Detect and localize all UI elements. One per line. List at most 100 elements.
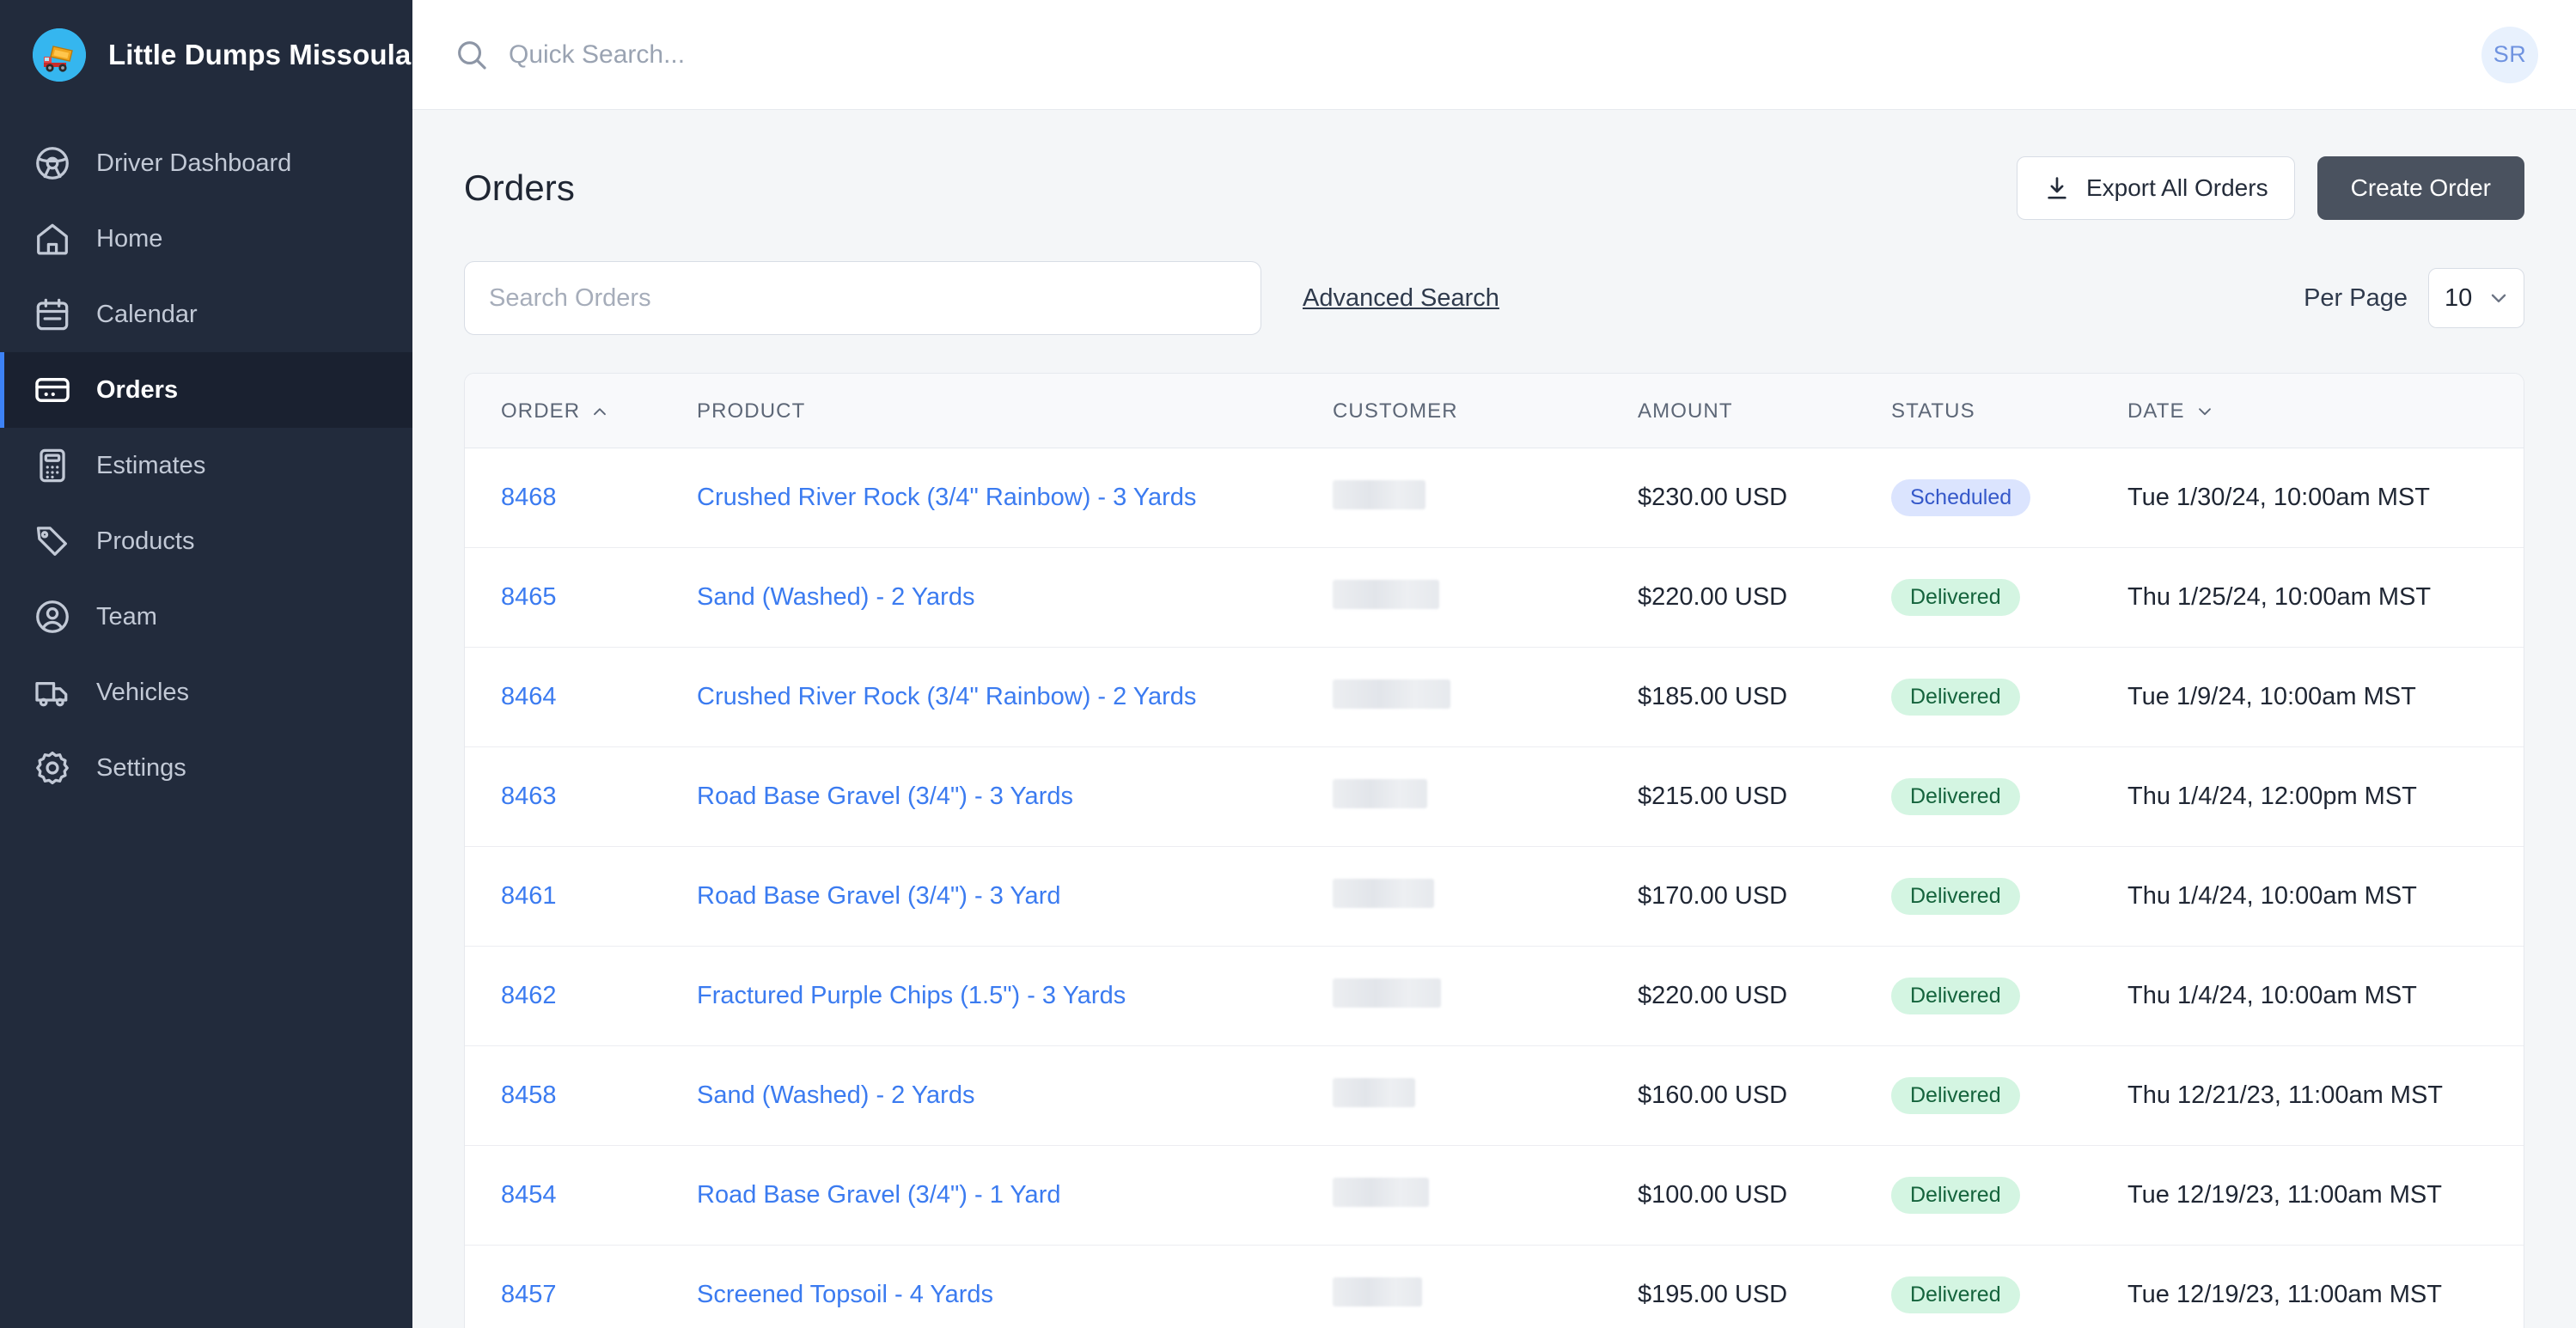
product-link[interactable]: Road Base Gravel (3/4") - 3 Yards (697, 783, 1073, 810)
table-row[interactable]: 8461 Road Base Gravel (3/4") - 3 Yard $170… (465, 846, 2524, 947)
column-header-product[interactable]: PRODUCT (697, 374, 1333, 448)
cell-date: Tue 12/19/23, 11:00am MST (2127, 1145, 2524, 1246)
sidebar-item-driver-dashboard[interactable]: Driver Dashboard (0, 125, 412, 201)
product-link[interactable]: Screened Topsoil - 4 Yards (697, 1281, 993, 1308)
order-number-link[interactable]: 8464 (501, 683, 557, 710)
cell-product: Fractured Purple Chips (1.5") - 3 Yards (697, 946, 1333, 1046)
table-row[interactable]: 8468 Crushed River Rock (3/4" Rainbow) - … (465, 448, 2524, 548)
cell-customer (1333, 547, 1638, 648)
column-header-customer[interactable]: CUSTOMER (1333, 374, 1638, 448)
status-badge: Delivered (1891, 1177, 2020, 1214)
customer-name-redacted (1333, 1177, 1429, 1207)
cell-customer (1333, 647, 1638, 747)
sidebar-item-team[interactable]: Team (0, 579, 412, 655)
cell-amount: $215.00 USD (1638, 746, 1891, 847)
product-link[interactable]: Sand (Washed) - 2 Yards (697, 1081, 974, 1109)
order-number-link[interactable]: 8457 (501, 1281, 557, 1308)
table-row[interactable]: 8458 Sand (Washed) - 2 Yards $160.00 USD De… (465, 1045, 2524, 1146)
table-row[interactable]: 8454 Road Base Gravel (3/4") - 1 Yard $100… (465, 1145, 2524, 1246)
column-label: AMOUNT (1638, 399, 1733, 423)
cell-order: 8468 (465, 448, 697, 548)
order-number-link[interactable]: 8454 (501, 1181, 557, 1209)
table-row[interactable]: 8463 Road Base Gravel (3/4") - 3 Yards $21… (465, 746, 2524, 847)
search-orders-input[interactable] (464, 261, 1261, 335)
cell-product: Sand (Washed) - 2 Yards (697, 1045, 1333, 1146)
chevron-up-icon (590, 402, 609, 421)
sidebar-item-label: Team (96, 602, 157, 630)
topbar: SR (412, 0, 2576, 110)
order-number-link[interactable]: 8461 (501, 882, 557, 910)
column-header-order[interactable]: ORDER (465, 374, 697, 448)
per-page-select[interactable]: 10 (2428, 268, 2524, 328)
export-all-orders-button[interactable]: Export All Orders (2016, 156, 2295, 220)
cell-order: 8463 (465, 746, 697, 847)
product-link[interactable]: Road Base Gravel (3/4") - 1 Yard (697, 1181, 1060, 1209)
status-badge: Delivered (1891, 978, 2020, 1014)
order-number-link[interactable]: 8463 (501, 783, 557, 810)
sidebar-item-settings[interactable]: Settings (0, 730, 412, 806)
user-circle-icon (33, 597, 72, 637)
table-row[interactable]: 8462 Fractured Purple Chips (1.5") - 3 Ya… (465, 946, 2524, 1046)
column-label: CUSTOMER (1333, 399, 1458, 423)
sidebar-item-products[interactable]: Products (0, 503, 412, 579)
tag-icon (33, 521, 72, 561)
table-row[interactable]: 8457 Screened Topsoil - 4 Yards $195.00 US… (465, 1245, 2524, 1328)
customer-name-redacted (1333, 679, 1450, 709)
cell-order: 8464 (465, 647, 697, 747)
order-number-link[interactable]: 8462 (501, 982, 557, 1009)
cell-status: Delivered (1891, 846, 2127, 947)
sidebar-item-label: Vehicles (96, 678, 190, 706)
orders-table: ORDER PRODUCT CUSTOMER AMOUNT STATUS DAT… (465, 374, 2524, 1328)
customer-name-redacted (1333, 579, 1439, 609)
table-row[interactable]: 8464 Crushed River Rock (3/4" Rainbow) - … (465, 647, 2524, 747)
product-link[interactable]: Sand (Washed) - 2 Yards (697, 583, 974, 611)
cell-date: Thu 1/4/24, 12:00pm MST (2127, 746, 2524, 847)
cell-product: Road Base Gravel (3/4") - 1 Yard (697, 1145, 1333, 1246)
product-link[interactable]: Crushed River Rock (3/4" Rainbow) - 3 Ya… (697, 484, 1196, 511)
cell-customer (1333, 1045, 1638, 1146)
cell-date: Thu 12/21/23, 11:00am MST (2127, 1045, 2524, 1146)
sidebar-item-label: Estimates (96, 451, 206, 479)
sidebar-item-calendar[interactable]: Calendar (0, 277, 412, 352)
avatar[interactable]: SR (2481, 26, 2538, 83)
calendar-icon (33, 295, 72, 334)
order-number-link[interactable]: 8458 (501, 1081, 557, 1109)
customer-name-redacted (1333, 778, 1427, 808)
sidebar-item-estimates[interactable]: Estimates (0, 428, 412, 503)
brand[interactable]: Little Dumps Missoula (0, 0, 412, 110)
create-order-button[interactable]: Create Order (2317, 156, 2524, 220)
order-number-link[interactable]: 8468 (501, 484, 557, 511)
cell-amount: $100.00 USD (1638, 1145, 1891, 1246)
cell-date: Thu 1/4/24, 10:00am MST (2127, 846, 2524, 947)
cell-product: Crushed River Rock (3/4" Rainbow) - 2 Ya… (697, 647, 1333, 747)
column-header-status[interactable]: STATUS (1891, 374, 2127, 448)
column-header-amount[interactable]: AMOUNT (1638, 374, 1891, 448)
dump-truck-logo (33, 28, 86, 82)
status-badge: Delivered (1891, 878, 2020, 915)
order-number-link[interactable]: 8465 (501, 583, 557, 611)
table-header-row: ORDER PRODUCT CUSTOMER AMOUNT STATUS DAT… (465, 374, 2524, 448)
cell-amount: $220.00 USD (1638, 946, 1891, 1046)
table-row[interactable]: 8465 Sand (Washed) - 2 Yards $220.00 USD De… (465, 547, 2524, 648)
cell-amount: $170.00 USD (1638, 846, 1891, 947)
sidebar-item-label: Products (96, 527, 195, 555)
status-badge: Delivered (1891, 778, 2020, 815)
cell-amount: $220.00 USD (1638, 547, 1891, 648)
advanced-search-link[interactable]: Advanced Search (1303, 284, 1499, 313)
column-label: PRODUCT (697, 399, 806, 423)
truck-icon (33, 673, 72, 712)
product-link[interactable]: Fractured Purple Chips (1.5") - 3 Yards (697, 982, 1126, 1009)
sidebar-item-vehicles[interactable]: Vehicles (0, 655, 412, 730)
product-link[interactable]: Road Base Gravel (3/4") - 3 Yard (697, 882, 1060, 910)
cell-order: 8465 (465, 547, 697, 648)
column-header-date[interactable]: DATE (2127, 374, 2524, 448)
status-badge: Delivered (1891, 1276, 2020, 1313)
sidebar-item-home[interactable]: Home (0, 201, 412, 277)
sidebar-item-orders[interactable]: Orders (0, 352, 412, 428)
search-icon (454, 37, 490, 73)
calculator-icon (33, 446, 72, 485)
quick-search-input[interactable] (509, 40, 2481, 70)
steering-wheel-icon (33, 143, 72, 183)
cell-product: Screened Topsoil - 4 Yards (697, 1245, 1333, 1328)
product-link[interactable]: Crushed River Rock (3/4" Rainbow) - 2 Ya… (697, 683, 1196, 710)
